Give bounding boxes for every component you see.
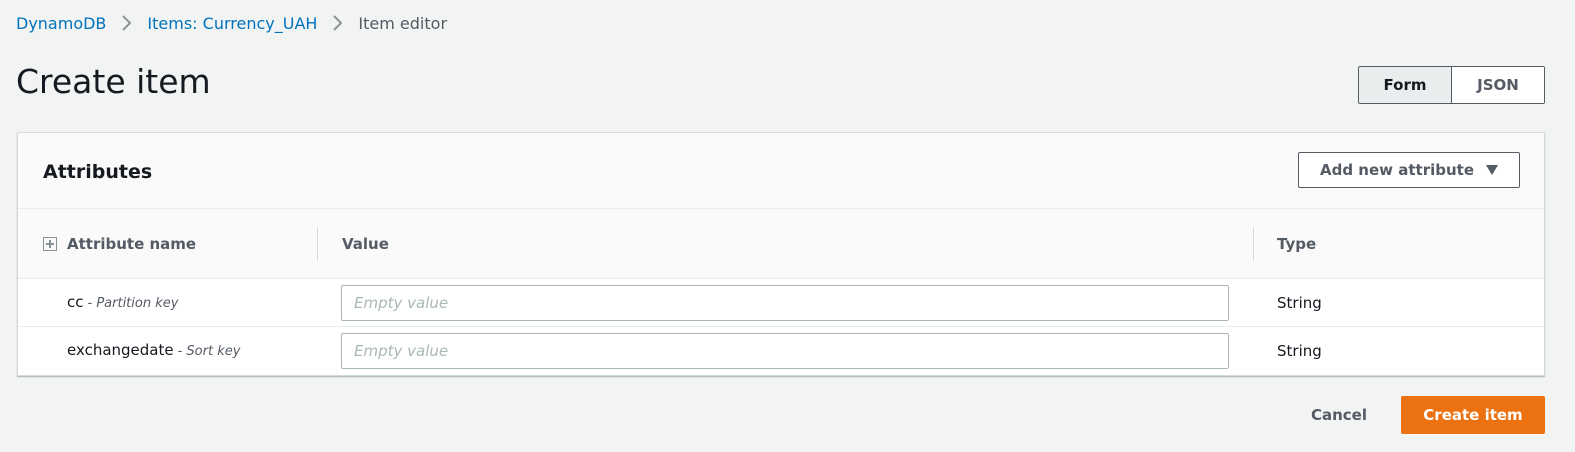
- attribute-type: String: [1277, 342, 1322, 360]
- form-view-button[interactable]: Form: [1359, 67, 1452, 103]
- attribute-name-header-label: Attribute name: [67, 235, 197, 253]
- add-new-attribute-button[interactable]: Add new attribute: [1298, 152, 1520, 188]
- panel-title: Attributes: [43, 161, 153, 183]
- attribute-name: exchangedate: [67, 341, 174, 359]
- cancel-button[interactable]: Cancel: [1297, 396, 1381, 434]
- breadcrumb-items-table[interactable]: Items: Currency_UAH: [147, 14, 317, 33]
- breadcrumb-current: Item editor: [358, 13, 448, 33]
- attributes-panel: Attributes Add new attribute Attribute n…: [17, 132, 1545, 376]
- column-header-attribute-name: Attribute name: [43, 235, 196, 253]
- attribute-value-input[interactable]: [341, 285, 1229, 321]
- page-title: Create item: [16, 62, 211, 101]
- column-divider: [1253, 227, 1254, 261]
- attribute-name-cell: cc - Partition key: [67, 293, 178, 311]
- attribute-type: String: [1277, 294, 1322, 312]
- chevron-right-icon: [333, 15, 343, 31]
- column-header-value: Value: [342, 235, 389, 253]
- column-divider: [317, 227, 318, 261]
- caret-down-icon: [1486, 161, 1498, 179]
- view-toggle: Form JSON: [1358, 66, 1545, 104]
- create-item-button[interactable]: Create item: [1401, 396, 1545, 434]
- table-row: cc- Partition key String: [18, 279, 1544, 327]
- attribute-name: cc: [67, 293, 84, 311]
- key-type-label: - Partition key: [87, 296, 179, 311]
- table-row: exchangedate- Sort key String: [18, 327, 1544, 374]
- expand-plus-icon[interactable]: [43, 237, 57, 251]
- panel-header: Attributes Add new attribute: [18, 133, 1544, 209]
- json-view-button[interactable]: JSON: [1452, 67, 1544, 103]
- attribute-name-cell: exchangedate - Sort key: [67, 341, 240, 359]
- breadcrumb-dynamodb[interactable]: DynamoDB: [16, 14, 106, 33]
- chevron-right-icon: [122, 15, 132, 31]
- attribute-value-input[interactable]: [341, 333, 1229, 369]
- add-attribute-label: Add new attribute: [1320, 161, 1474, 179]
- breadcrumb: DynamoDB Items: Currency_UAH Item editor: [16, 12, 447, 34]
- table-header: Attribute name Value Type: [18, 209, 1544, 279]
- key-type-label: - Sort key: [177, 344, 241, 359]
- column-header-type: Type: [1277, 235, 1317, 253]
